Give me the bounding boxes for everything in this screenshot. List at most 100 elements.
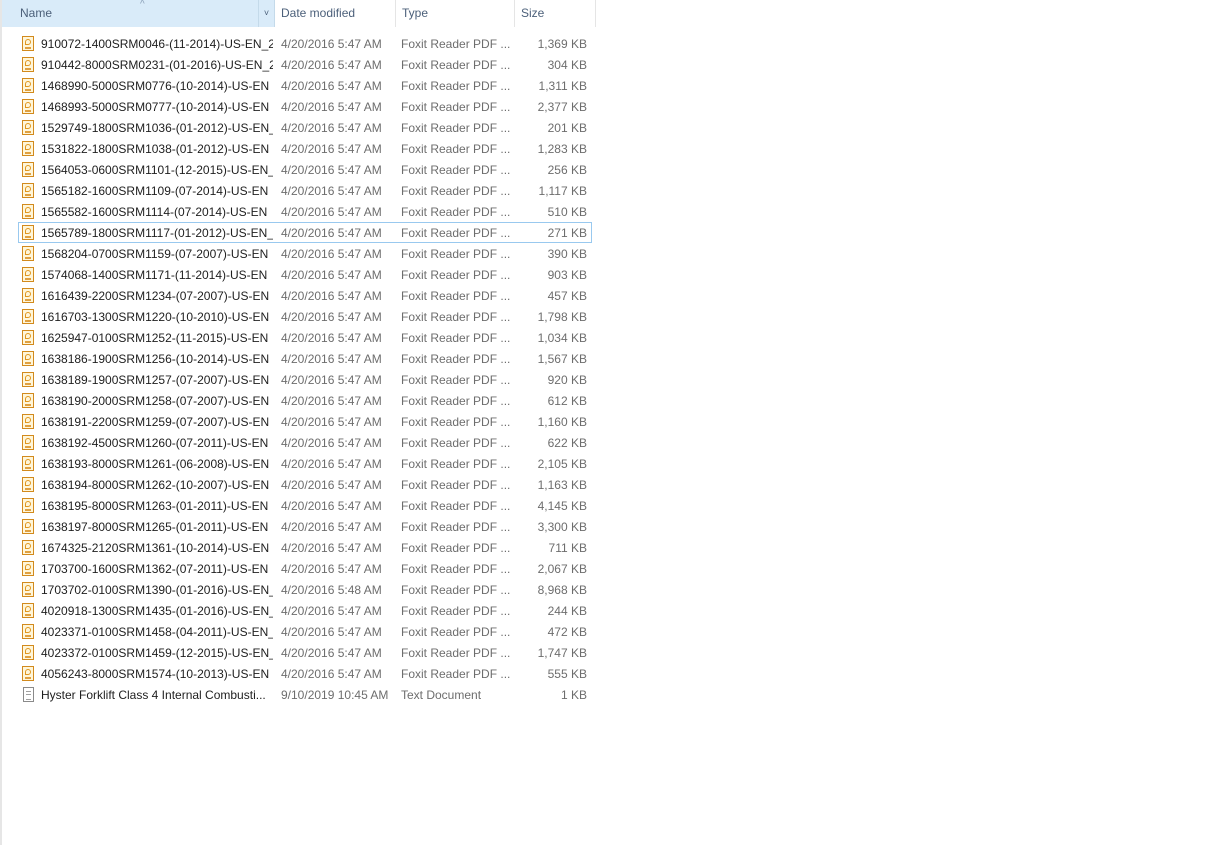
file-size: 8,968 KB [537,583,587,597]
file-size: 903 KB [547,268,587,282]
pdf-file-icon [22,498,36,514]
file-size: 1,034 KB [537,331,587,345]
file-size: 510 KB [547,205,587,219]
file-size: 1,311 KB [538,79,587,93]
file-date-modified: 4/20/2016 5:47 AM [281,79,382,93]
pdf-file-icon [22,288,36,304]
pdf-file-icon-glyph [22,351,34,366]
pdf-file-icon [22,267,36,283]
pdf-file-icon [22,540,36,556]
pdf-file-icon [22,183,36,199]
pdf-file-icon-glyph [22,540,34,555]
file-row[interactable]: 1638195-8000SRM1263-(01-2011)-US-EN 4/20/… [18,495,592,516]
pdf-file-icon [22,477,36,493]
pdf-file-icon-glyph [22,99,34,114]
file-type: Foxit Reader PDF ... [401,121,511,135]
chevron-down-icon[interactable]: ˅ [258,0,274,27]
file-row[interactable]: 1703700-1600SRM1362-(07-2011)-US-EN 4/20/… [18,558,592,579]
pdf-file-icon [22,372,36,388]
file-row[interactable]: 1616439-2200SRM1234-(07-2007)-US-EN 4/20/… [18,285,592,306]
pdf-file-icon-glyph [22,561,34,576]
file-row[interactable]: 1638193-8000SRM1261-(06-2008)-US-EN 4/20/… [18,453,592,474]
pdf-file-icon-glyph [22,78,34,93]
pdf-file-icon [22,519,36,535]
file-row[interactable]: 1468993-5000SRM0777-(10-2014)-US-EN 4/20/… [18,96,592,117]
file-name: 1564053-0600SRM1101-(12-2015)-US-EN_2 [41,163,273,177]
file-date-modified: 4/20/2016 5:47 AM [281,457,382,471]
file-type: Foxit Reader PDF ... [401,457,511,471]
file-row[interactable]: Hyster Forklift Class 4 Internal Combust… [18,684,592,705]
file-row[interactable]: 1529749-1800SRM1036-(01-2012)-US-EN_2 4/2… [18,117,592,138]
file-date-modified: 4/20/2016 5:47 AM [281,205,382,219]
file-date-modified: 4/20/2016 5:47 AM [281,331,382,345]
column-header-size[interactable]: Size [515,0,596,27]
file-row[interactable]: 4023371-0100SRM1458-(04-2011)-US-EN_2 4/2… [18,621,592,642]
file-row[interactable]: 1638189-1900SRM1257-(07-2007)-US-EN 4/20/… [18,369,592,390]
file-row[interactable]: 1564053-0600SRM1101-(12-2015)-US-EN_2 4/2… [18,159,592,180]
file-date-modified: 4/20/2016 5:47 AM [281,541,382,555]
file-type: Foxit Reader PDF ... [401,352,511,366]
file-size: 2,067 KB [537,562,587,576]
file-type: Foxit Reader PDF ... [401,247,511,261]
file-type: Foxit Reader PDF ... [401,100,511,114]
file-row[interactable]: 1531822-1800SRM1038-(01-2012)-US-EN 4/20/… [18,138,592,159]
file-row[interactable]: 1574068-1400SRM1171-(11-2014)-US-EN 4/20/… [18,264,592,285]
file-date-modified: 4/20/2016 5:47 AM [281,415,382,429]
file-date-modified: 4/20/2016 5:47 AM [281,247,382,261]
file-row[interactable]: 1565789-1800SRM1117-(01-2012)-US-EN_2 4/2… [18,222,592,243]
file-row[interactable]: 910072-1400SRM0046-(11-2014)-US-EN_2 4/20… [18,33,592,54]
file-row[interactable]: 1638197-8000SRM1265-(01-2011)-US-EN 4/20/… [18,516,592,537]
file-type: Foxit Reader PDF ... [401,478,511,492]
file-row[interactable]: 1638190-2000SRM1258-(07-2007)-US-EN 4/20/… [18,390,592,411]
pdf-file-icon [22,78,36,94]
file-size: 1,283 KB [537,142,587,156]
pdf-file-icon [22,120,36,136]
column-header-name-label: Name [20,6,53,20]
file-size: 390 KB [547,247,587,261]
file-row[interactable]: 1625947-0100SRM1252-(11-2015)-US-EN 4/20/… [18,327,592,348]
file-date-modified: 4/20/2016 5:48 AM [281,583,382,597]
file-type: Foxit Reader PDF ... [401,226,511,240]
file-date-modified: 4/20/2016 5:47 AM [281,667,382,681]
file-name: 910442-8000SRM0231-(01-2016)-US-EN_2 [41,58,273,72]
column-header-type[interactable]: Type [396,0,515,27]
file-date-modified: 4/20/2016 5:47 AM [281,373,382,387]
pdf-file-icon [22,309,36,325]
file-size: 1,567 KB [537,352,587,366]
file-row[interactable]: 4020918-1300SRM1435-(01-2016)-US-EN_2 4/2… [18,600,592,621]
pdf-file-icon-glyph [22,456,34,471]
pdf-file-icon-glyph [22,288,34,303]
file-row[interactable]: 910442-8000SRM0231-(01-2016)-US-EN_2 4/20… [18,54,592,75]
file-size: 244 KB [547,604,587,618]
file-row[interactable]: 1468990-5000SRM0776-(10-2014)-US-EN 4/20/… [18,75,592,96]
pdf-file-icon-glyph [22,645,34,660]
file-row[interactable]: 1703702-0100SRM1390-(01-2016)-US-EN_2 4/2… [18,579,592,600]
file-row[interactable]: 4023372-0100SRM1459-(12-2015)-US-EN_2 4/2… [18,642,592,663]
file-row[interactable]: 1638186-1900SRM1256-(10-2014)-US-EN 4/20/… [18,348,592,369]
file-row[interactable]: 1638194-8000SRM1262-(10-2007)-US-EN 4/20/… [18,474,592,495]
file-size: 1,160 KB [537,415,587,429]
file-name: Hyster Forklift Class 4 Internal Combust… [41,688,266,702]
file-date-modified: 4/20/2016 5:47 AM [281,58,382,72]
column-header-date-modified[interactable]: Date modified [275,0,396,27]
pdf-file-icon-glyph [22,435,34,450]
file-row[interactable]: 1674325-2120SRM1361-(10-2014)-US-EN 4/20/… [18,537,592,558]
file-row[interactable]: 1568204-0700SRM1159-(07-2007)-US-EN 4/20/… [18,243,592,264]
file-type: Foxit Reader PDF ... [401,646,511,660]
file-row[interactable]: 1616703-1300SRM1220-(10-2010)-US-EN 4/20/… [18,306,592,327]
file-size: 920 KB [547,373,587,387]
file-name: 4023371-0100SRM1458-(04-2011)-US-EN_2 [41,625,273,639]
file-date-modified: 4/20/2016 5:47 AM [281,142,382,156]
file-row[interactable]: 4056243-8000SRM1574-(10-2013)-US-EN 4/20/… [18,663,592,684]
file-type: Foxit Reader PDF ... [401,310,511,324]
pdf-file-icon [22,435,36,451]
file-date-modified: 4/20/2016 5:47 AM [281,226,382,240]
file-size: 3,300 KB [537,520,587,534]
file-row[interactable]: 1638192-4500SRM1260-(07-2011)-US-EN 4/20/… [18,432,592,453]
file-row[interactable]: 1565182-1600SRM1109-(07-2014)-US-EN 4/20/… [18,180,592,201]
file-row[interactable]: 1638191-2200SRM1259-(07-2007)-US-EN 4/20/… [18,411,592,432]
file-type: Foxit Reader PDF ... [401,667,511,681]
column-header-name[interactable]: ^ Name ˅ [2,0,275,27]
file-row[interactable]: 1565582-1600SRM1114-(07-2014)-US-EN 4/20/… [18,201,592,222]
pdf-file-icon-glyph [22,666,34,681]
